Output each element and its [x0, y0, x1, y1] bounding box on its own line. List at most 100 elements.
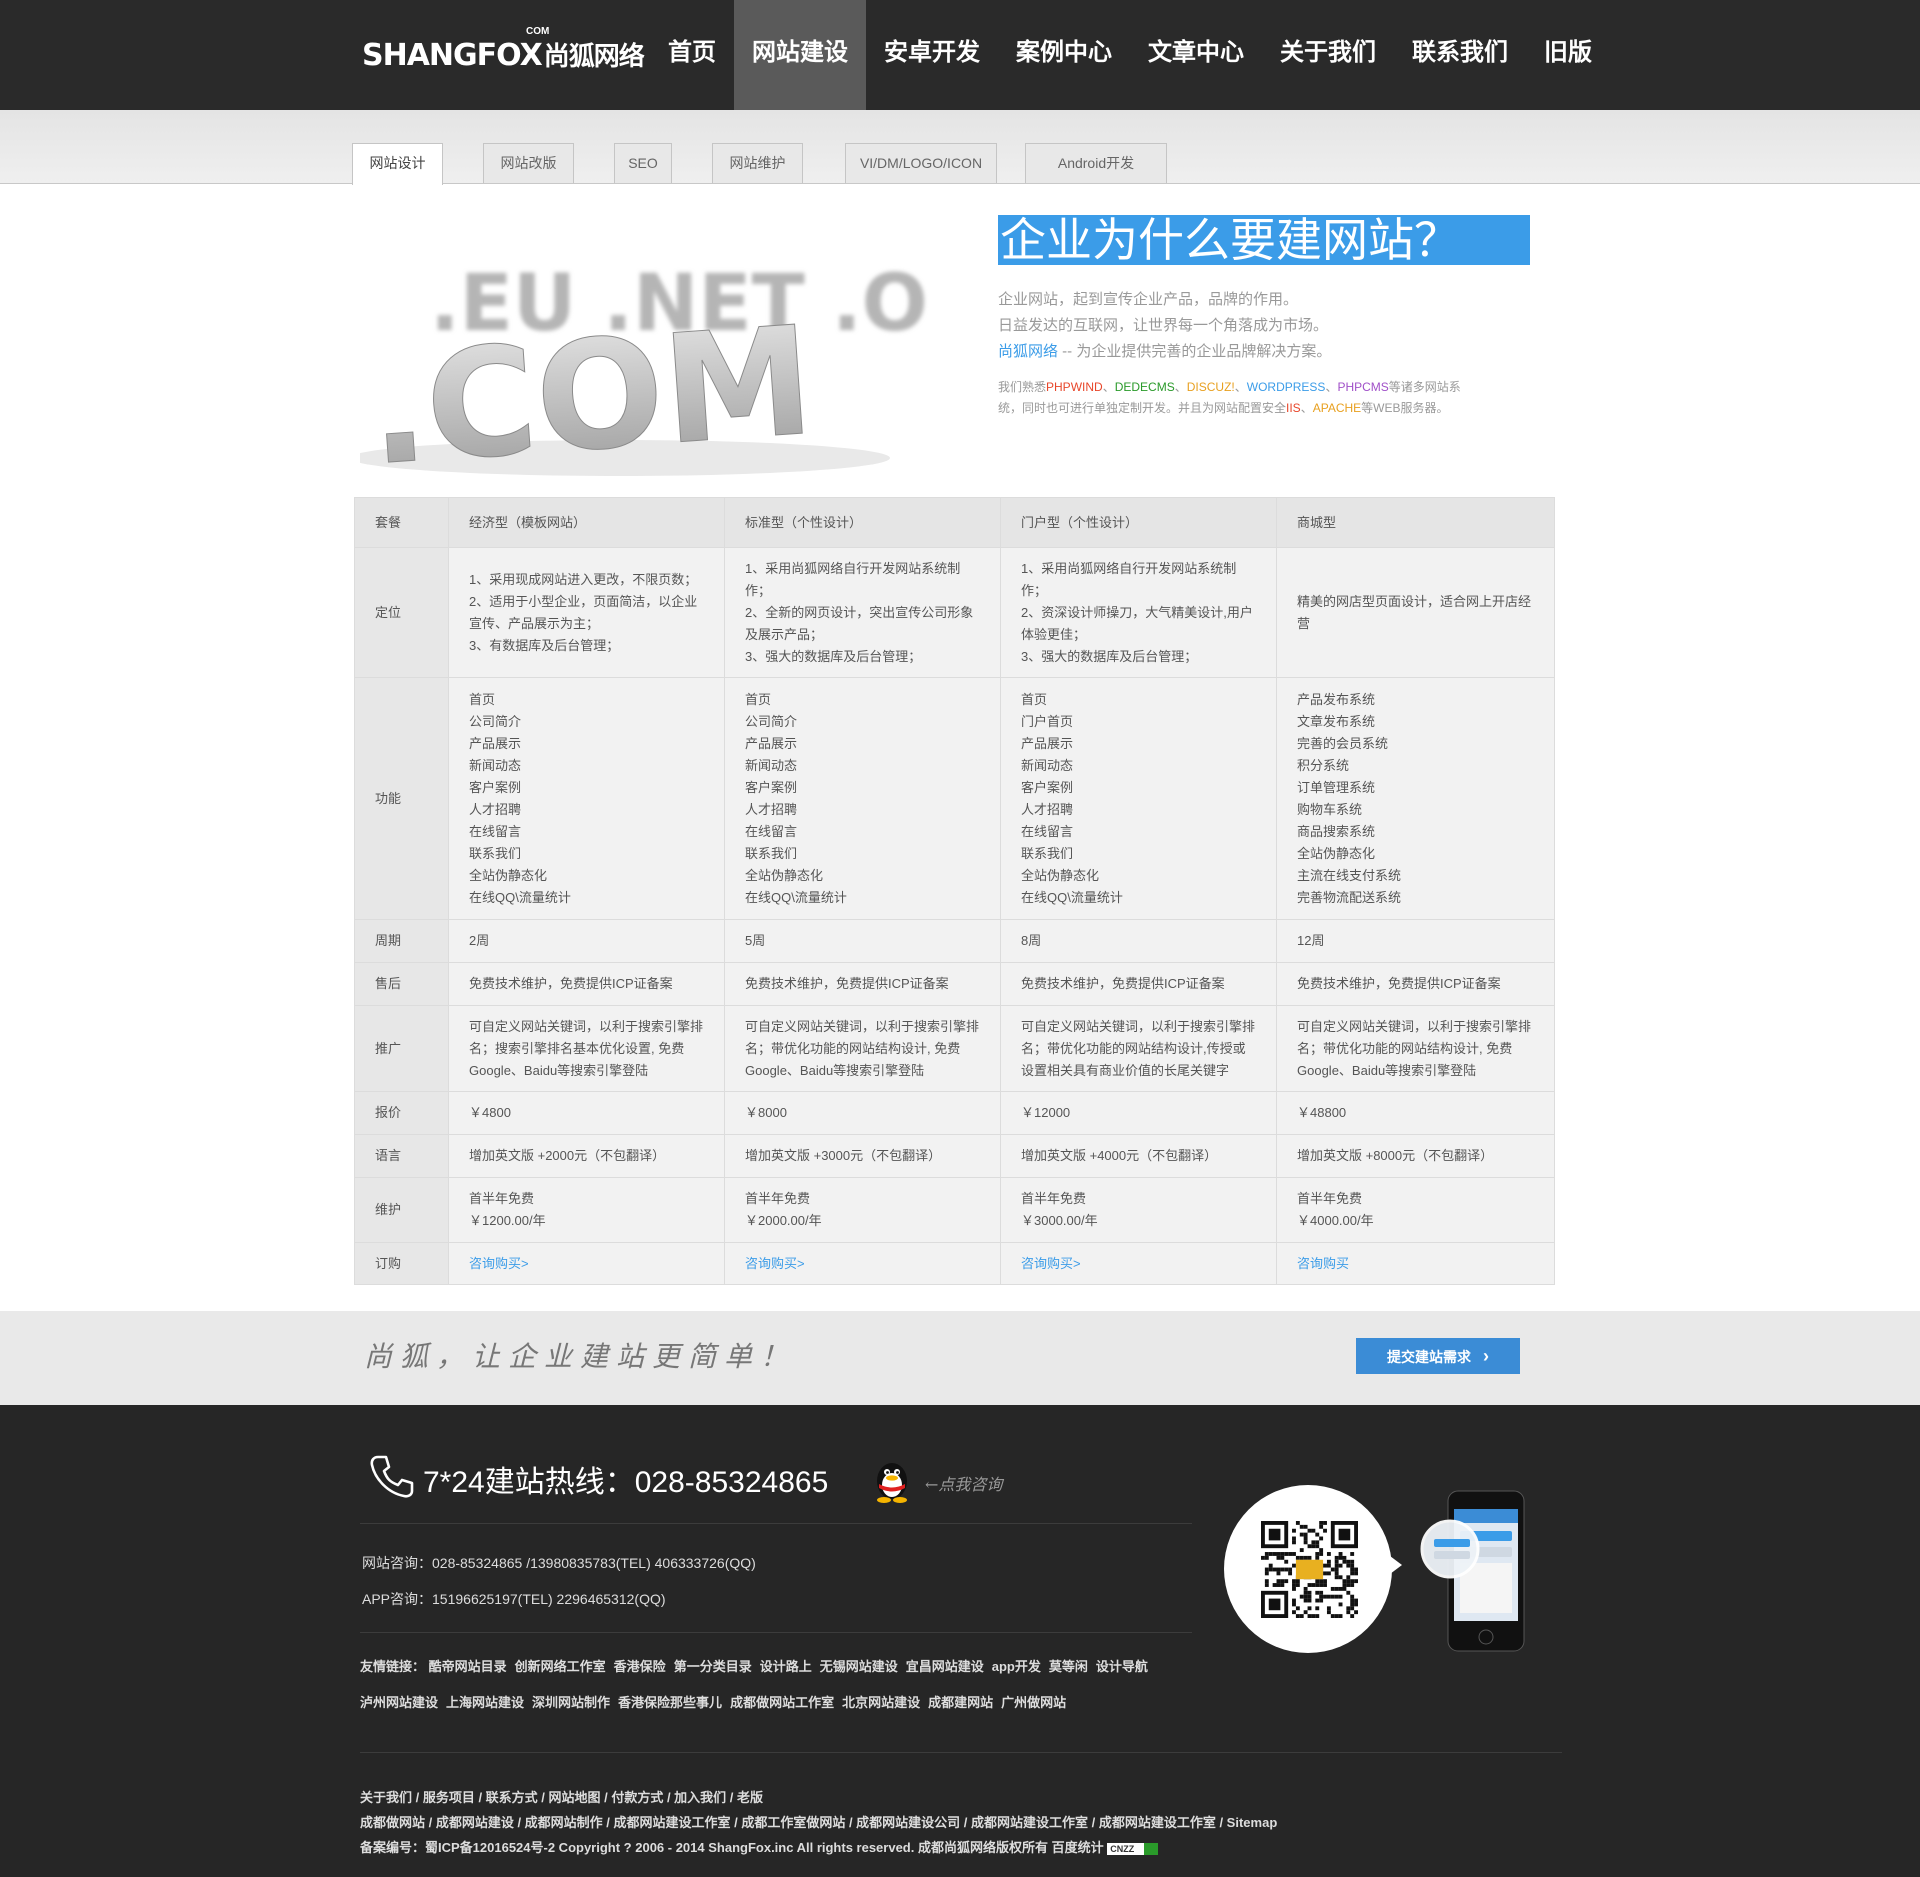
positioning-line: 3、强大的数据库及后台管理；: [1021, 648, 1198, 664]
nav-item-android[interactable]: 安卓开发: [866, 0, 998, 110]
friend-link[interactable]: 泸州网站建设: [360, 1695, 438, 1710]
row-label-aftersale: 售后: [354, 962, 449, 1006]
feature-item: 在线留言: [1021, 823, 1074, 839]
nav-item-articles[interactable]: 文章中心: [1130, 0, 1262, 110]
feature-item: 公司简介: [745, 713, 798, 729]
promo-cell: 可自定义网站关键词，以利于搜索引擎排名；搜索引擎排名基本优化设置, 免费Goog…: [448, 1005, 725, 1092]
period-cell: 5周: [724, 919, 1001, 963]
nav-item-web-build[interactable]: 网站建设: [734, 0, 866, 110]
language-cell: 增加英文版 +8000元（不包翻译）: [1276, 1134, 1555, 1178]
feature-item: 产品展示: [1021, 735, 1074, 751]
positioning-line: 3、强大的数据库及后台管理；: [745, 648, 922, 664]
feature-item: 首页: [1021, 691, 1048, 707]
friend-link[interactable]: 香港保险那些事儿: [618, 1695, 722, 1710]
footer-nav[interactable]: 关于我们 / 服务项目 / 联系方式 / 网站地图 / 付款方式 / 加入我们 …: [360, 1787, 763, 1806]
friend-link[interactable]: 北京网站建设: [842, 1695, 920, 1710]
qq-penguin-icon[interactable]: [872, 1457, 912, 1503]
maintenance-cell: 首半年免费 ￥4000.00/年: [1276, 1177, 1555, 1243]
row-label-order: 订购: [354, 1242, 449, 1285]
aftersale-cell: 免费技术维护，免费提供ICP证备案: [448, 962, 725, 1006]
nav-item-about[interactable]: 关于我们: [1262, 0, 1394, 110]
header-cell-mall: 商城型: [1276, 497, 1555, 548]
brand-link[interactable]: 尚狐网络: [998, 343, 1058, 360]
friend-link[interactable]: 广州做网站: [1001, 1695, 1066, 1710]
tab-maintenance[interactable]: 网站维护: [712, 143, 803, 183]
period-cell: 8周: [1000, 919, 1277, 963]
table-row: 语言 增加英文版 +2000元（不包翻译） 增加英文版 +3000元（不包翻译）…: [354, 1134, 1555, 1178]
friend-link[interactable]: 创新网络工作室: [515, 1659, 606, 1674]
feature-item: 人才招聘: [469, 801, 522, 817]
friend-link[interactable]: 上海网站建设: [446, 1695, 524, 1710]
friend-link[interactable]: 设计路上: [760, 1659, 812, 1674]
submit-request-button[interactable]: 提交建站需求 ›: [1356, 1338, 1520, 1374]
order-link-portal[interactable]: 咨询购买>: [1021, 1256, 1081, 1271]
language-cell: 增加英文版 +3000元（不包翻译）: [724, 1134, 1001, 1178]
features-cell: 首页 公司简介 产品展示 新闻动态 客户案例 人才招聘 在线留言 联系我们 全站伪静态化 在线QQ…: [448, 677, 725, 920]
hotline: 7*24建站热线：028-85324865: [423, 1457, 828, 1501]
positioning-cell: 1、采用尚狐网络自行开发网站系统制作； 2、资深设计师操刀，大气精美设计,用户体验…: [1000, 547, 1277, 678]
feature-item: 产品展示: [745, 735, 798, 751]
friend-link[interactable]: 成都建网站: [928, 1695, 993, 1710]
promo-cell: 可自定义网站关键词，以利于搜索引擎排名；带优化功能的网站结构设计,传授或设置相关…: [1000, 1005, 1277, 1092]
hero-line-3-rest: -- 为企业提供完善的企业品牌解决方案。: [1058, 343, 1332, 360]
friend-link[interactable]: 第一分类目录: [674, 1659, 752, 1674]
table-row: 售后 免费技术维护，免费提供ICP证备案 免费技术维护，免费提供ICP证备案 免…: [354, 962, 1555, 1006]
friend-link[interactable]: 深圳网站制作: [532, 1695, 610, 1710]
feature-item: 联系我们: [469, 845, 522, 861]
hero-line-1: 企业网站，起到宣传企业产品，品牌的作用。: [998, 291, 1299, 308]
friend-link[interactable]: 酷帝网站目录: [429, 1659, 507, 1674]
tab-vi-logo[interactable]: VI/DM/LOGO/ICON: [845, 143, 997, 183]
order-link-standard[interactable]: 咨询购买>: [745, 1256, 805, 1271]
aftersale-cell: 免费技术维护，免费提供ICP证备案: [724, 962, 1001, 1006]
tab-web-design[interactable]: 网站设计: [352, 143, 443, 185]
features-cell: 首页 公司简介 产品展示 新闻动态 客户案例 人才招聘 在线留言 联系我们 全站伪静态化 在线QQ…: [724, 677, 1001, 920]
nav-item-home[interactable]: 首页: [650, 0, 734, 110]
feature-item: 订单管理系统: [1297, 779, 1376, 795]
table-row: 定位 1、采用现成网站进入更改，不限页数； 2、适用于小型企业，页面简洁，以企业宣…: [354, 547, 1555, 678]
hotline-label: 7*24建站热线：: [423, 1466, 635, 1499]
positioning-cell: 1、采用现成网站进入更改，不限页数； 2、适用于小型企业，页面简洁，以企业宣传、产…: [448, 547, 725, 678]
feature-item: 客户案例: [745, 779, 798, 795]
nav-item-old-version[interactable]: 旧版: [1526, 0, 1610, 110]
submit-request-label: 提交建站需求: [1387, 1349, 1471, 1365]
positioning-line: 2、全新的网页设计，突出宣传公司形象及展示产品；: [745, 604, 974, 642]
tab-redesign[interactable]: 网站改版: [483, 143, 574, 183]
friend-links-label: 友情链接：: [360, 1659, 426, 1674]
friend-link[interactable]: app开发: [992, 1659, 1041, 1674]
friend-link[interactable]: 宜昌网站建设: [906, 1659, 984, 1674]
positioning-line: 1、采用现成网站进入更改，不限页数；: [469, 571, 698, 587]
header-cell-standard: 标准型（个性设计）: [724, 497, 1001, 548]
aftersale-cell: 免费技术维护，免费提供ICP证备案: [1276, 962, 1555, 1006]
friend-link[interactable]: 香港保险: [614, 1659, 666, 1674]
order-link-mall[interactable]: 咨询购买: [1297, 1256, 1349, 1271]
friend-link[interactable]: 莫等闲: [1049, 1659, 1088, 1674]
maintenance-cell: 首半年免费 ￥1200.00/年: [448, 1177, 725, 1243]
friend-link[interactable]: 无锡网站建设: [820, 1659, 898, 1674]
footer-seo-links[interactable]: 成都做网站 / 成都网站建设 / 成都网站制作 / 成都网站建设工作室 / 成都…: [360, 1812, 1277, 1831]
price-cell: ￥8000: [724, 1091, 1001, 1135]
feature-item: 联系我们: [745, 845, 798, 861]
cnzz-badge[interactable]: CNZZ: [1107, 1843, 1159, 1855]
tab-seo[interactable]: SEO: [614, 143, 672, 183]
copyright: 备案编号：蜀ICP备12016524号-2 Copyright ? 2006 -…: [360, 1837, 1159, 1856]
price-cell: ￥4800: [448, 1091, 725, 1135]
tech-phpcms: PHPCMS: [1337, 380, 1389, 394]
friend-link[interactable]: 成都做网站工作室: [730, 1695, 834, 1710]
friend-link[interactable]: 设计导航: [1096, 1659, 1148, 1674]
logo-chinese: 尚狐网络: [543, 42, 645, 72]
tab-android[interactable]: Android开发: [1025, 143, 1167, 183]
slogan-band: 尚狐，让企业建站更简单！ 提交建站需求 ›: [0, 1311, 1920, 1405]
qr-bubble-tail: [1386, 1553, 1402, 1577]
row-label-period: 周期: [354, 919, 449, 963]
positioning-line: 3、有数据库及后台管理；: [469, 637, 620, 653]
table-row: 订购 咨询购买> 咨询购买> 咨询购买> 咨询购买: [354, 1242, 1555, 1285]
nav-item-cases[interactable]: 案例中心: [998, 0, 1130, 110]
feature-item: 产品展示: [469, 735, 522, 751]
feature-item: 购物车系统: [1297, 801, 1363, 817]
maintenance-line: 首半年免费: [1021, 1191, 1087, 1206]
nav-item-contact[interactable]: 联系我们: [1394, 0, 1526, 110]
header-cell-package: 套餐: [354, 497, 449, 548]
site-header: SHANGFOX尚狐网络 COM 首页 网站建设 安卓开发 案例中心 文章中心 …: [0, 0, 1920, 110]
order-link-economy[interactable]: 咨询购买>: [469, 1256, 529, 1271]
friend-links: 友情链接： 酷帝网站目录 创新网络工作室 香港保险 第一分类目录 设计路上 无锡网站建设宜…: [360, 1649, 1200, 1721]
